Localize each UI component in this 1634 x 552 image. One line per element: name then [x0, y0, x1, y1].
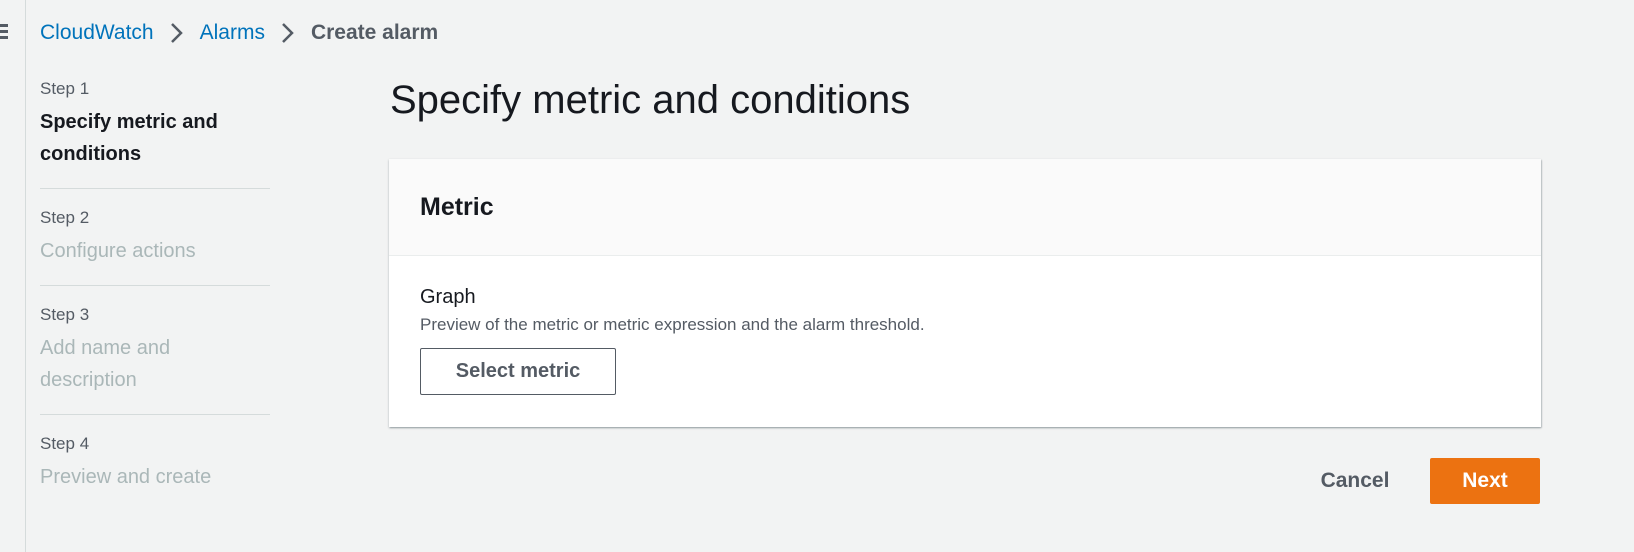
- step-4: Step 4 Preview and create: [40, 433, 270, 511]
- step-3: Step 3 Add name and description: [40, 304, 270, 415]
- chevron-right-icon: [282, 23, 294, 43]
- breadcrumb-alarms[interactable]: Alarms: [200, 21, 265, 45]
- breadcrumb: CloudWatch Alarms Create alarm: [40, 20, 438, 46]
- panel-body: Graph Preview of the metric or metric ex…: [389, 256, 1541, 423]
- panel-title: Metric: [420, 192, 494, 221]
- step-title[interactable]: Add name and description: [40, 332, 270, 396]
- wizard-steps: Step 1 Specify metric and conditions Ste…: [40, 78, 270, 529]
- breadcrumb-cloudwatch[interactable]: CloudWatch: [40, 21, 154, 45]
- hamburger-menu-icon[interactable]: [0, 24, 8, 40]
- step-number: Step 4: [40, 434, 90, 453]
- select-metric-button[interactable]: Select metric: [420, 348, 616, 395]
- graph-description: Preview of the metric or metric expressi…: [420, 315, 925, 334]
- step-title: Specify metric and conditions: [40, 111, 218, 165]
- next-button[interactable]: Next: [1430, 458, 1540, 504]
- chevron-right-icon: [170, 23, 183, 43]
- metric-panel: Metric Graph Preview of the metric or me…: [389, 159, 1541, 427]
- cancel-button[interactable]: Cancel: [1300, 458, 1410, 504]
- step-number: Step 2: [40, 208, 90, 227]
- step-2: Step 2 Configure actions: [40, 207, 270, 286]
- page-title: Specify metric and conditions: [390, 78, 911, 122]
- step-number: Step 1: [40, 79, 90, 98]
- graph-label: Graph: [420, 286, 476, 308]
- step-title[interactable]: Preview and create: [40, 461, 270, 493]
- breadcrumb-create-alarm: Create alarm: [310, 21, 439, 44]
- step-number: Step 3: [40, 305, 90, 324]
- navigation-drawer-strip: [0, 0, 26, 552]
- panel-header: Metric: [389, 159, 1541, 256]
- step-1: Step 1 Specify metric and conditions: [40, 78, 270, 189]
- step-title[interactable]: Configure actions: [40, 235, 270, 267]
